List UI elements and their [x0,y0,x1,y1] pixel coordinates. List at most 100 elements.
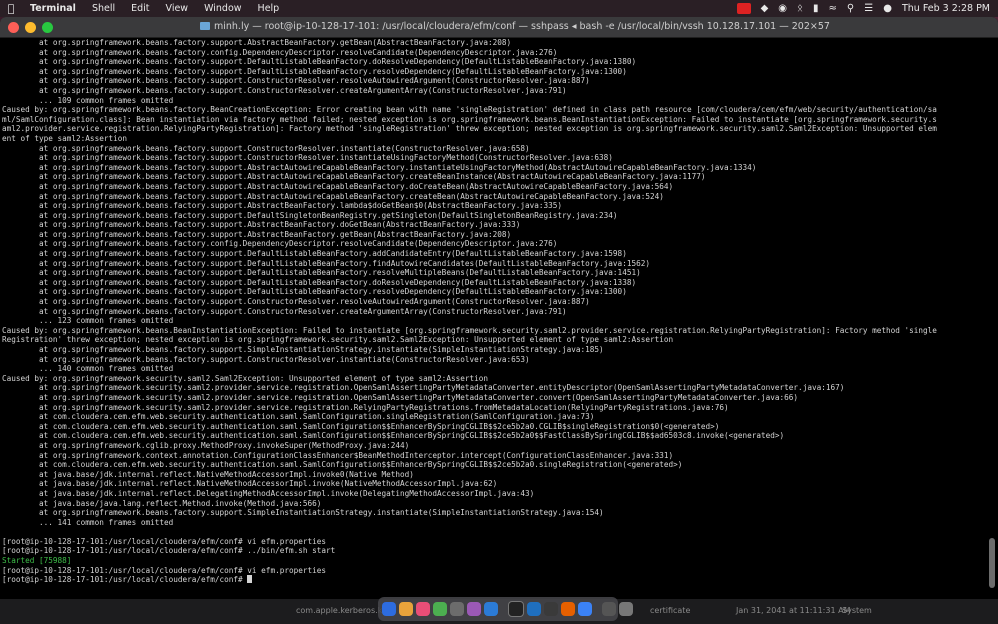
app-status-icon[interactable] [736,3,751,14]
keychain-item-date: Jan 31, 2041 at 11:11:31 AM [736,606,851,615]
terminal-line: at org.springframework.beans.factory.sup… [2,210,618,220]
zoom-button[interactable] [42,21,53,33]
menu-bar:  Terminal Shell Edit View Window Help ◆… [0,0,998,17]
window-titlebar[interactable]: minh.ly — root@ip-10-128-17-101: /usr/lo… [0,17,998,38]
downloads-icon[interactable] [602,602,616,616]
search-icon[interactable]: ⚲ [847,0,854,17]
vscode-icon[interactable] [527,602,541,616]
terminal-line: at com.cloudera.cem.efm.web.security.aut… [2,460,683,470]
slack-icon[interactable] [416,602,430,616]
terminal-line: aml2.provider.service.registration.Relyi… [2,124,937,134]
keychain-item-keychain: System [842,606,872,615]
terminal-line: at org.springframework.security.saml2.pr… [2,392,799,402]
gamepad-icon[interactable]: ◉ [778,0,787,17]
menu-shell[interactable]: Shell [84,0,123,17]
terminal-line: at java.base/jdk.internal.reflect.Native… [2,479,498,489]
terminal-line: at org.springframework.security.saml2.pr… [2,402,729,412]
battery-icon[interactable]: ▮ [813,0,819,17]
terminal-line: at org.springframework.beans.factory.sup… [2,38,512,47]
folder-icon [200,22,210,30]
terminal-line: at org.springframework.beans.factory.sup… [2,201,563,211]
terminal-line: at org.springframework.beans.factory.sup… [2,277,637,287]
terminal-line: at org.springframework.beans.factory.sup… [2,508,604,518]
finder-icon[interactable] [382,602,396,616]
siri-icon[interactable]: ● [883,0,892,17]
terminal-line: at org.springframework.beans.factory.sup… [2,229,512,239]
terminal-line: at org.springframework.beans.factory.sup… [2,162,757,172]
scrollbar-thumb[interactable] [989,538,995,588]
minimize-button[interactable] [25,21,36,33]
menu-view[interactable]: View [158,0,197,17]
menu-clock[interactable]: Thu Feb 3 2:28 PM [902,3,990,14]
menu-edit[interactable]: Edit [123,0,157,17]
terminal-line: at org.springframework.beans.factory.sup… [2,172,706,182]
terminal-line: at java.base/java.lang.reflect.Method.in… [2,498,322,508]
menu-window[interactable]: Window [196,0,249,17]
terminal-line: at org.springframework.beans.factory.sup… [2,76,590,86]
app-icon[interactable] [467,602,481,616]
terminal-line: at com.cloudera.cem.efm.web.security.aut… [2,431,785,441]
terminal-line: [root@ip-10-128-17-101:/usr/local/cloude… [2,546,336,556]
terminal-line: at com.cloudera.cem.efm.web.security.aut… [2,412,595,422]
terminal-line: at org.springframework.beans.factory.sup… [2,181,674,191]
terminal-line: at org.springframework.security.saml2.pr… [2,383,845,393]
terminal-line: at org.springframework.beans.factory.sup… [2,220,521,230]
menu-help[interactable]: Help [250,0,288,17]
terminal-line: at org.springframework.beans.factory.sup… [2,143,530,153]
apple-icon[interactable]:  [0,2,22,15]
bluetooth-icon[interactable]: ᛟ [797,0,803,17]
terminal-line: at com.cloudera.cem.efm.web.security.aut… [2,421,720,431]
menu-app-name[interactable]: Terminal [22,0,84,17]
terminal-cursor [247,575,253,584]
terminal-line: ... 109 common frames omitted [2,95,174,105]
terminal-line: ml/SamlConfiguration.class]: Bean instan… [2,114,937,124]
firefox-icon[interactable] [561,602,575,616]
terminal-line: at org.springframework.beans.factory.sup… [2,287,627,297]
keychain-item-name: com.apple.kerberos.kd [296,606,388,615]
dock [378,597,633,621]
close-button[interactable] [8,21,19,33]
terminal-line: at org.springframework.context.annotatio… [2,450,674,460]
app-icon-3[interactable] [578,602,592,616]
wifi-icon[interactable]: ≈ [829,0,837,17]
terminal-line: at org.springframework.beans.factory.sup… [2,268,641,278]
terminal-line: at org.springframework.beans.factory.sup… [2,345,604,354]
terminal-line: ... 141 common frames omitted [2,517,174,527]
terminal-line: ... 123 common frames omitted [2,316,174,326]
settings-icon[interactable] [450,602,464,616]
terminal-line: at org.springframework.beans.factory.sup… [2,191,664,201]
terminal-line: at java.base/jdk.internal.reflect.Native… [2,469,414,479]
terminal-line: at java.base/jdk.internal.reflect.Delega… [2,488,535,498]
terminal-line: Caused by: org.springframework.security.… [2,373,488,383]
terminal-line: at org.springframework.cglib.proxy.Metho… [2,440,410,450]
mail-icon[interactable] [484,602,498,616]
terminal-line: ... 140 common frames omitted [2,364,174,374]
terminal-icon[interactable] [508,601,524,617]
app-icon-2[interactable] [544,602,558,616]
window-title: minh.ly — root@ip-10-128-17-101: /usr/lo… [200,17,998,37]
terminal-line: ent of type saml2:Assertion [2,133,127,143]
launchpad-icon[interactable] [399,602,413,616]
terminal-line: [root@ip-10-128-17-101:/usr/local/cloude… [2,575,984,585]
terminal-line: at org.springframework.beans.factory.con… [2,239,558,249]
chrome-icon[interactable] [433,602,447,616]
terminal-output[interactable]: at org.springframework.beans.factory.sup… [2,38,984,597]
terminal-line: at org.springframework.beans.factory.sup… [2,258,650,268]
keychain-item-kind: certificate [650,606,691,615]
terminal-line: at org.springframework.beans.factory.sup… [2,306,567,316]
terminal-window: minh.ly — root@ip-10-128-17-101: /usr/lo… [0,17,998,599]
status-area: ◆ ◉ ᛟ ▮ ≈ ⚲ ☰ ● Thu Feb 3 2:28 PM [736,0,998,17]
terminal-line: at org.springframework.beans.factory.sup… [2,354,530,364]
terminal-line: Started [75988] [2,556,72,566]
control-center-icon[interactable]: ☰ [864,0,873,17]
terminal-line: at org.springframework.beans.factory.con… [2,47,558,57]
terminal-line: Caused by: org.springframework.beans.Bea… [2,325,937,335]
terminal-line: at org.springframework.beans.factory.sup… [2,66,627,76]
window-title-text: minh.ly — root@ip-10-128-17-101: /usr/lo… [214,21,830,32]
terminal-line: at org.springframework.beans.factory.sup… [2,85,567,95]
trash-icon[interactable] [619,602,633,616]
terminal-line: [root@ip-10-128-17-101:/usr/local/cloude… [2,536,326,546]
terminal-line: Registration' threw exception; nested ex… [2,335,674,345]
dropbox-icon[interactable]: ◆ [761,0,769,17]
